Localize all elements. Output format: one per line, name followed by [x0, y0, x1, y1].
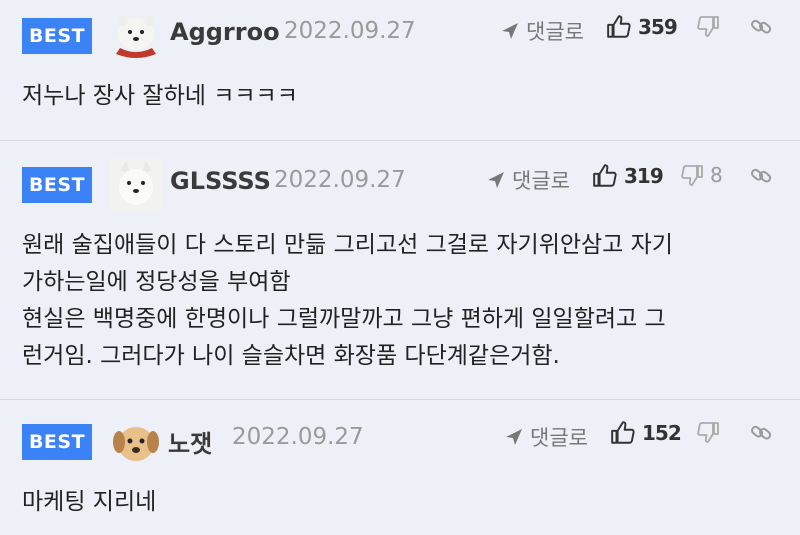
comment-meta: BEST 노잿 2022.09.27 댓글로 152 — [0, 408, 800, 468]
reply-arrow-icon — [502, 23, 518, 39]
reply-button[interactable]: 댓글로 — [500, 16, 584, 46]
like-button[interactable]: 359 — [606, 14, 678, 40]
puppy-avatar[interactable] — [110, 416, 162, 468]
best-badge: BEST — [22, 167, 92, 203]
dislike-button[interactable] — [696, 14, 726, 38]
white-dog-avatar[interactable] — [110, 159, 162, 211]
comment-meta: BEST Aggrroo 2022.09.27 댓글로 359 — [0, 2, 800, 62]
reply-arrow-icon — [488, 172, 504, 188]
comment-date: 2022.09.27 — [284, 18, 416, 44]
thumbs-down-icon — [697, 16, 719, 37]
share-link-icon — [751, 425, 772, 440]
like-count: 319 — [624, 164, 664, 188]
like-count: 152 — [642, 421, 682, 445]
comment-author[interactable]: GLSSSS — [170, 167, 271, 195]
share-button[interactable] — [750, 163, 774, 187]
reply-label: 댓글로 — [512, 169, 570, 193]
reply-label: 댓글로 — [526, 20, 584, 44]
thumbs-up-icon — [593, 164, 617, 187]
best-badge: BEST — [22, 424, 92, 460]
polar-bear-avatar[interactable] — [110, 10, 162, 62]
comment-date: 2022.09.27 — [274, 167, 406, 193]
share-link-icon — [751, 168, 772, 183]
comment-text: 마케팅 지리네 — [22, 489, 157, 515]
thumbs-down-icon — [681, 165, 703, 186]
reply-label: 댓글로 — [530, 426, 588, 450]
reply-button[interactable]: 댓글로 — [486, 165, 570, 195]
share-link-icon — [751, 19, 772, 34]
reply-button[interactable]: 댓글로 — [504, 422, 588, 452]
like-button[interactable]: 319 — [592, 163, 664, 189]
share-button[interactable] — [750, 14, 774, 38]
comment-text: 원래 술집애들이 다 스토리 만듦 그리고선 그걸로 자기위안삼고 자기 가하는… — [22, 232, 673, 369]
thumbs-down-icon — [697, 422, 719, 443]
share-button[interactable] — [750, 420, 774, 444]
comment-text: 저누나 장사 잘하네 ㅋㅋㅋㅋ — [22, 83, 298, 109]
dislike-button[interactable]: 8 — [680, 163, 723, 187]
like-button[interactable]: 152 — [610, 420, 682, 446]
thumbs-up-icon — [611, 421, 635, 444]
comment-author[interactable]: 노잿 — [168, 424, 212, 459]
comment-item: BEST Aggrroo 2022.09.27 댓글로 359 저누나 장사 잘… — [0, 0, 800, 141]
dislike-count: 8 — [710, 163, 723, 187]
reply-arrow-icon — [506, 429, 522, 445]
thumbs-up-icon — [607, 15, 631, 38]
dislike-button[interactable] — [696, 420, 726, 444]
comment-item: BEST 노잿 2022.09.27 댓글로 152 마케팅 지리네 — [0, 400, 800, 535]
comment-item: BEST GLSSSS 2022.09.27 댓글로 319 8 원래 술집애들… — [0, 141, 800, 400]
comment-date: 2022.09.27 — [232, 424, 364, 450]
comment-author[interactable]: Aggrroo — [170, 18, 280, 46]
like-count: 359 — [638, 15, 678, 39]
comment-meta: BEST GLSSSS 2022.09.27 댓글로 319 8 — [0, 151, 800, 211]
best-badge: BEST — [22, 18, 92, 54]
